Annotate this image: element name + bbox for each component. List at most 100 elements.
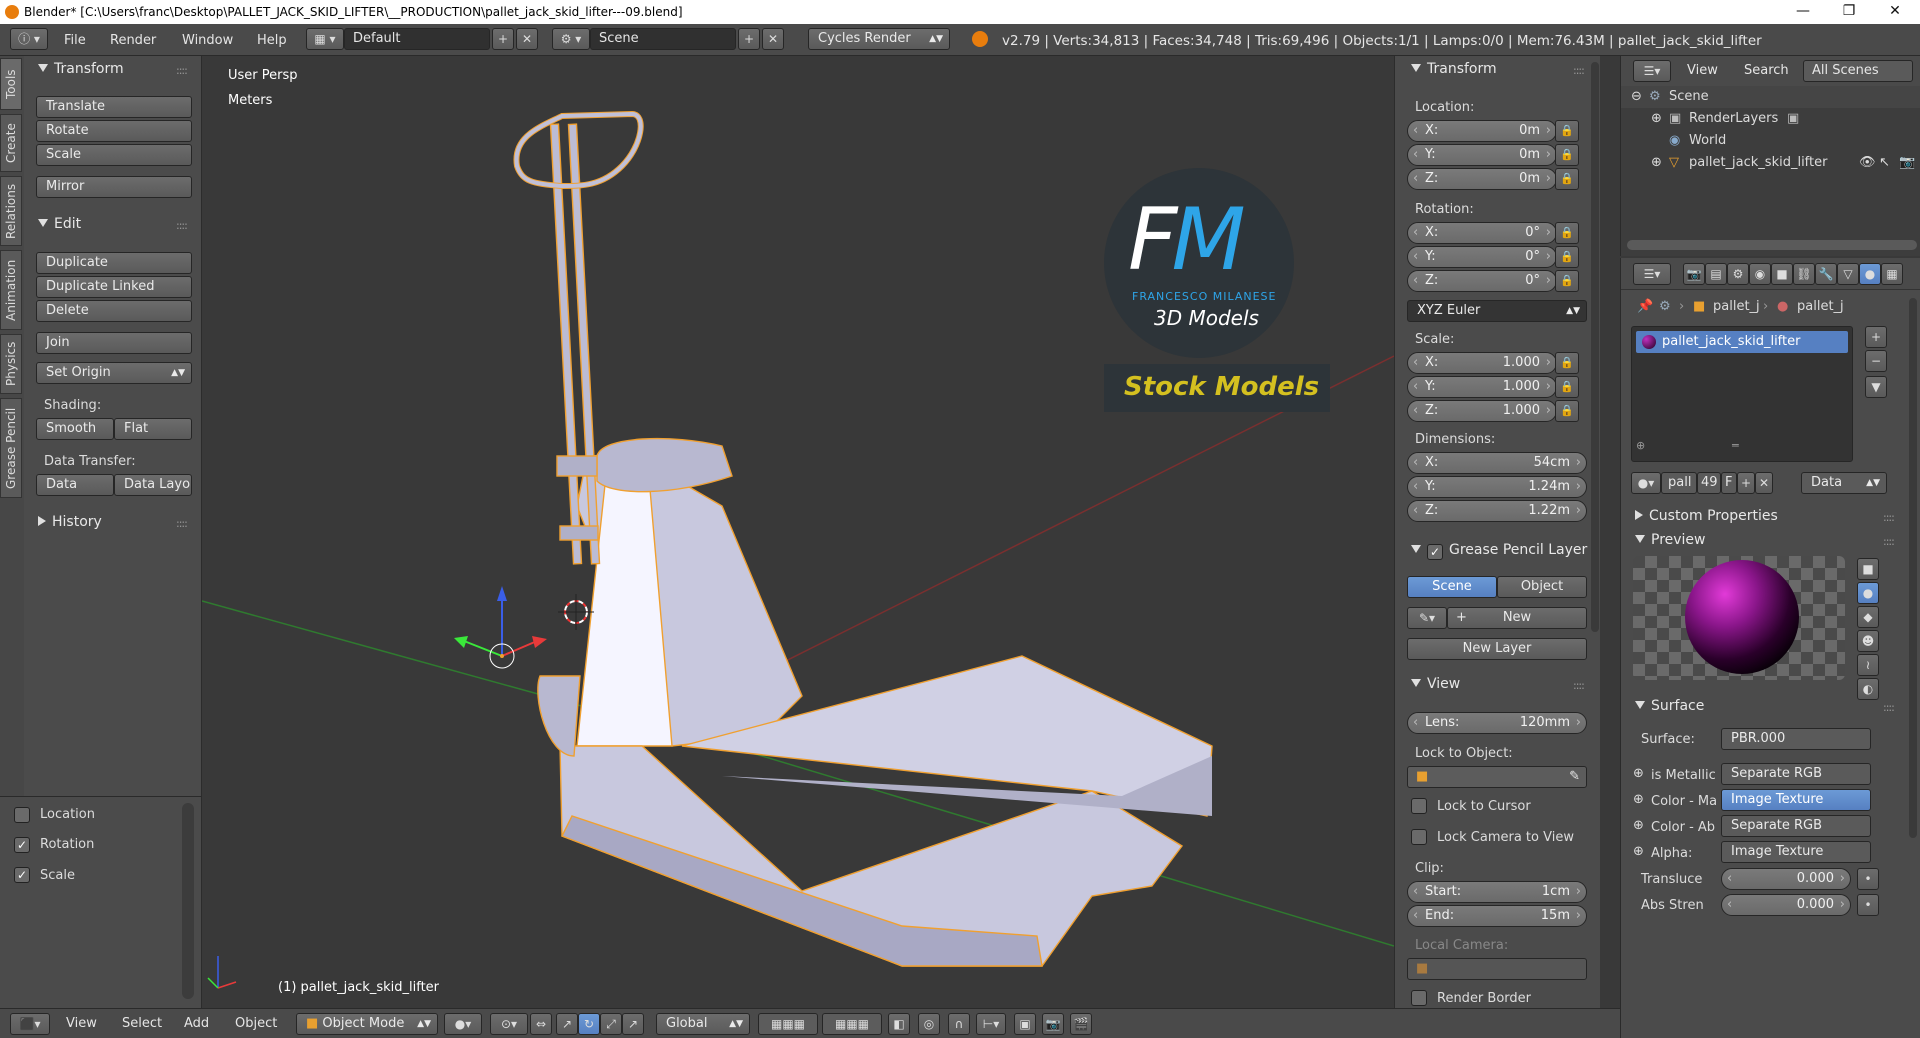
menu-add[interactable]: Add — [184, 1016, 209, 1031]
add-material-slot-icon[interactable]: + — [1865, 326, 1887, 348]
tab-create[interactable]: Create — [0, 114, 22, 172]
fake-user-toggle[interactable]: F — [1721, 472, 1737, 494]
object-tab-icon[interactable]: ■ — [1771, 263, 1793, 285]
local-camera-field[interactable]: ■ — [1407, 958, 1587, 980]
layers-grid-a-icon[interactable]: ▦▦▦ — [758, 1013, 818, 1035]
outliner-item-object[interactable]: pallet_jack_skid_lifter — [1689, 155, 1827, 170]
preview-hair-icon[interactable]: ≀ — [1857, 654, 1879, 676]
render-border-checkbox[interactable] — [1411, 990, 1427, 1006]
scene-tab-icon[interactable]: ⚙ — [1727, 263, 1749, 285]
mirror-button[interactable]: Mirror — [36, 176, 192, 198]
proportional-edit-icon[interactable]: ◎ — [918, 1013, 940, 1035]
menu-help[interactable]: Help — [257, 33, 287, 48]
transluce-field[interactable]: 0.000 — [1721, 868, 1851, 890]
delete-button[interactable]: Delete — [36, 300, 192, 322]
link-icon[interactable]: ⊕ — [1633, 844, 1644, 859]
alpha-input[interactable]: Image Texture — [1721, 841, 1871, 863]
is-metallic-input[interactable]: Separate RGB — [1721, 763, 1871, 785]
scale-button[interactable]: Scale — [36, 144, 192, 166]
join-button[interactable]: Join — [36, 332, 192, 354]
link-icon[interactable]: ⊕ — [1633, 818, 1644, 833]
set-origin-select[interactable]: Set Origin ▲▼ — [36, 362, 192, 384]
lock-icon[interactable]: 🔒 — [1555, 120, 1579, 142]
screen-layout-icon[interactable]: ▦ ▾ — [306, 28, 344, 50]
add-scene-icon[interactable]: + — [738, 28, 760, 50]
translate-manipulator-icon[interactable]: ↗ — [556, 1013, 578, 1035]
data-tab-icon[interactable]: ▽ — [1837, 263, 1859, 285]
menu-select[interactable]: Select — [122, 1016, 162, 1031]
menu-render[interactable]: Render — [110, 33, 156, 48]
drag-handle-icon[interactable]: :::: — [1573, 64, 1585, 77]
surface-select[interactable]: PBR.000 — [1721, 728, 1871, 750]
preview-cube-icon[interactable]: ◆ — [1857, 606, 1879, 628]
custom-properties-header[interactable]: Custom Properties — [1635, 508, 1778, 524]
3d-view-editor-icon[interactable]: ⬛▾ — [10, 1013, 50, 1035]
color-ab-input[interactable]: Separate RGB — [1721, 815, 1871, 837]
remove-scene-icon[interactable]: ✕ — [762, 28, 784, 50]
add-slot-icon[interactable]: ⊕ — [1636, 439, 1645, 452]
render-camera-icon[interactable]: 📷 — [1042, 1013, 1064, 1035]
render-animation-icon[interactable]: 🎬 — [1070, 1013, 1092, 1035]
layers-tab-icon[interactable]: ▤ — [1705, 263, 1727, 285]
outliner-row[interactable]: ⊖ ⚙ Scene — [1621, 86, 1920, 108]
abs-stren-field[interactable]: 0.000 — [1721, 894, 1851, 916]
drag-handle-icon[interactable]: :::: — [1573, 679, 1585, 692]
drag-handle-icon[interactable]: :::: — [1883, 535, 1895, 548]
surface-header[interactable]: Surface — [1635, 698, 1704, 714]
material-users-field[interactable]: 49 — [1697, 472, 1721, 494]
layers-grid-b-icon[interactable]: ▦▦▦ — [822, 1013, 882, 1035]
outliner-search-menu[interactable]: Search — [1744, 63, 1789, 78]
tab-animation[interactable]: Animation — [0, 250, 22, 330]
outliner-item-world[interactable]: World — [1689, 133, 1726, 148]
clip-end-field[interactable]: End: 15m — [1407, 905, 1587, 927]
lens-field[interactable]: Lens: 120mm — [1407, 712, 1587, 734]
rotation-y-field[interactable]: Y: 0° — [1407, 246, 1557, 268]
link-icon[interactable]: ⊕ — [1633, 766, 1644, 781]
properties-scrollbar[interactable] — [1909, 298, 1917, 838]
lock-icon[interactable]: 🔒 — [1555, 352, 1579, 374]
flat-button[interactable]: Flat — [114, 418, 192, 440]
screen-layout-field[interactable]: Default — [344, 28, 490, 50]
lock-icon[interactable]: 🔒 — [1555, 270, 1579, 292]
add-layout-icon[interactable]: + — [492, 28, 514, 50]
3d-viewport[interactable]: User Persp Meters (1) pallet_jack_skid_l… — [202, 56, 1394, 1008]
lock-icon[interactable]: 🔒 — [1555, 144, 1579, 166]
rotation-mode-select[interactable]: XYZ Euler ▲▼ — [1407, 300, 1587, 322]
operator-scrollbar[interactable] — [182, 803, 194, 999]
material-browse-icon[interactable]: ●▾ — [1631, 472, 1661, 494]
outliner-item-renderlayers[interactable]: RenderLayers — [1689, 111, 1778, 126]
mode-select[interactable]: ■ Object Mode ▲▼ — [296, 1013, 438, 1035]
new-material-icon[interactable]: + — [1737, 472, 1755, 494]
rotation-z-field[interactable]: Z: 0° — [1407, 270, 1557, 292]
constraints-tab-icon[interactable]: ⛓ — [1793, 263, 1815, 285]
close-icon[interactable]: ✕ — [1872, 0, 1918, 24]
location-checkbox[interactable] — [14, 807, 30, 823]
preview-sphere-icon[interactable]: ● — [1857, 582, 1879, 604]
collapse-icon[interactable]: ⊖ — [1631, 89, 1642, 104]
lock-icon[interactable]: 🔒 — [1555, 400, 1579, 422]
material-slot-item[interactable]: pallet_jack_skid_lifter — [1636, 331, 1848, 353]
render-engine-select[interactable]: Cycles Render ▲▼ — [808, 28, 950, 50]
outliner-row[interactable]: ◉ World — [1621, 130, 1920, 152]
scale-x-field[interactable]: X: 1.000 — [1407, 352, 1557, 374]
menu-window[interactable]: Window — [182, 33, 233, 48]
render-tab-icon[interactable]: 📷 — [1683, 263, 1705, 285]
scene-field[interactable]: Scene — [590, 28, 736, 50]
eyedropper-icon[interactable]: ✎ — [1569, 767, 1580, 787]
scale-y-field[interactable]: Y: 1.000 — [1407, 376, 1557, 398]
outliner-item-scene[interactable]: Scene — [1669, 89, 1709, 104]
slot-menu-icon[interactable]: ▼ — [1865, 376, 1887, 398]
manipulator-extra-icon[interactable]: ↗ — [622, 1013, 644, 1035]
n-transform-header[interactable]: Transform — [1411, 61, 1497, 77]
data-layout-button[interactable]: Data Layo — [114, 474, 192, 496]
resize-handle-icon[interactable]: ═ — [1732, 439, 1739, 452]
grease-pencil-checkbox[interactable]: ✓ — [1427, 544, 1443, 560]
snap-element-icon[interactable]: ⊢▾ — [976, 1013, 1006, 1035]
link-socket-icon[interactable]: • — [1857, 894, 1879, 916]
menu-object[interactable]: Object — [235, 1016, 277, 1031]
menu-file[interactable]: File — [64, 33, 86, 48]
lock-camera-checkbox[interactable] — [1411, 829, 1427, 845]
outliner-editor-icon[interactable]: ☰▾ — [1633, 60, 1671, 82]
modifiers-tab-icon[interactable]: 🔧 — [1815, 263, 1837, 285]
dimension-z-field[interactable]: Z: 1.22m — [1407, 500, 1587, 522]
